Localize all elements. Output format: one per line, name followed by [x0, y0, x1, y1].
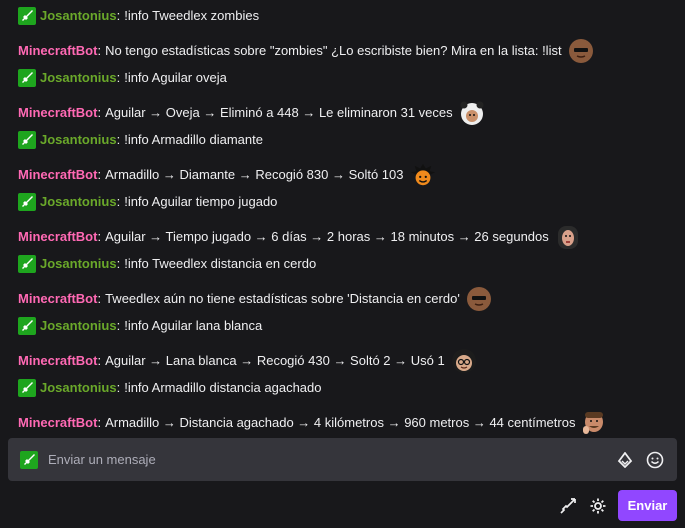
bits-icon[interactable]: [615, 450, 635, 470]
chat-message: Josantonius: !info Tweedlex zombies: [18, 7, 675, 25]
send-button[interactable]: Enviar: [618, 490, 677, 521]
chat-message: Josantonius: !info Tweedlex distancia en …: [18, 255, 675, 273]
sword-badge-icon: [18, 69, 36, 87]
sword-badge-icon[interactable]: [20, 450, 38, 469]
chat-username[interactable]: MinecraftBot: [18, 42, 97, 60]
chat-message-text: !info Aguilar tiempo jugado: [124, 194, 278, 209]
sword-badge-icon: [18, 379, 36, 397]
chat-message: MinecraftBot: Armadillo → Diamante → Reco…: [18, 162, 675, 188]
sword-badge-icon: [18, 255, 36, 273]
sunglasses-face-emote[interactable]: [466, 286, 492, 312]
chat-username[interactable]: MinecraftBot: [18, 104, 97, 122]
chat-message-text: Armadillo → Diamante → Recogió 830 → Sol…: [105, 167, 404, 182]
chat-message: MinecraftBot: Armadillo → Distancia agach…: [18, 410, 675, 436]
chat-username[interactable]: Josantonius: [40, 317, 117, 335]
chat-message: Josantonius: !info Aguilar lana blanca: [18, 317, 675, 335]
panda-hat-face-emote[interactable]: [459, 100, 485, 126]
username-colon: :: [97, 415, 102, 430]
chat-messages: Josantonius: !info Tweedlex zombies Minecr…: [0, 0, 685, 434]
chat-message: MinecraftBot: Aguilar → Tiempo jugado → 6…: [18, 224, 675, 250]
chat-username[interactable]: MinecraftBot: [18, 352, 97, 370]
chat-message-text: !info Aguilar lana blanca: [124, 318, 263, 333]
chat-message-text: !info Tweedlex distancia en cerdo: [124, 256, 317, 271]
username-colon: :: [116, 194, 121, 209]
chat-message: Josantonius: !info Armadillo diamante: [18, 131, 675, 149]
chat-message-text: !info Tweedlex zombies: [124, 8, 260, 23]
chat-input-placeholder[interactable]: Enviar un mensaje: [48, 452, 615, 467]
sunglasses-face-emote[interactable]: [568, 38, 594, 64]
chat-footer: Enviar: [0, 490, 685, 522]
glasses-face-emote[interactable]: [451, 348, 477, 374]
username-colon: :: [97, 105, 102, 120]
chat-message-text: Aguilar → Lana blanca → Recogió 430 → So…: [105, 353, 445, 368]
chat-message: MinecraftBot: Tweedlex aún no tiene estad…: [18, 286, 675, 312]
chat-message: Josantonius: !info Aguilar tiempo jugado: [18, 193, 675, 211]
sword-badge-icon: [18, 317, 36, 335]
username-colon: :: [97, 291, 102, 306]
chat-username[interactable]: MinecraftBot: [18, 414, 97, 432]
username-colon: :: [97, 353, 102, 368]
username-colon: :: [97, 229, 102, 244]
settings-gear-icon[interactable]: [588, 496, 608, 516]
chat-message-text: !info Armadillo distancia agachado: [124, 380, 322, 395]
chat-username[interactable]: MinecraftBot: [18, 166, 97, 184]
username-colon: :: [116, 8, 121, 23]
username-colon: :: [116, 380, 121, 395]
spiky-hair-cartoon-emote[interactable]: [410, 162, 436, 188]
chat-message-text: !info Aguilar oveja: [124, 70, 227, 85]
chat-username[interactable]: Josantonius: [40, 379, 117, 397]
username-colon: :: [97, 43, 102, 58]
username-colon: :: [116, 70, 121, 85]
sword-icon[interactable]: [558, 496, 578, 516]
chat-message: MinecraftBot: No tengo estadísticas sobre…: [18, 38, 675, 64]
chat-message-text: Aguilar → Oveja → Eliminó a 448 → Le eli…: [105, 105, 453, 120]
chat-username[interactable]: MinecraftBot: [18, 290, 97, 308]
username-colon: :: [97, 167, 102, 182]
long-hair-face-emote[interactable]: [555, 224, 581, 250]
username-colon: :: [116, 132, 121, 147]
username-colon: :: [116, 318, 121, 333]
chat-message-text: !info Armadillo diamante: [124, 132, 263, 147]
chat-username[interactable]: Josantonius: [40, 69, 117, 87]
chat-username[interactable]: Josantonius: [40, 7, 117, 25]
chat-message: MinecraftBot: Aguilar → Lana blanca → Rec…: [18, 348, 675, 374]
chat-username[interactable]: MinecraftBot: [18, 228, 97, 246]
sword-badge-icon: [18, 131, 36, 149]
sword-badge-icon: [18, 193, 36, 211]
chat-message-text: Tweedlex aún no tiene estadísticas sobre…: [105, 291, 460, 306]
chat-username[interactable]: Josantonius: [40, 255, 117, 273]
chat-message-text: No tengo estadísticas sobre "zombies" ¿L…: [105, 43, 562, 58]
username-colon: :: [116, 256, 121, 271]
chat-username[interactable]: Josantonius: [40, 131, 117, 149]
emote-picker-icon[interactable]: [645, 450, 665, 470]
sword-badge-icon: [18, 7, 36, 25]
chat-message: Josantonius: !info Armadillo distancia ag…: [18, 379, 675, 397]
chat-message: MinecraftBot: Aguilar → Oveja → Eliminó a…: [18, 100, 675, 126]
chat-message-text: Armadillo → Distancia agachado → 4 kilóm…: [105, 415, 576, 430]
chat-message: Josantonius: !info Aguilar oveja: [18, 69, 675, 87]
chat-message-text: Aguilar → Tiempo jugado → 6 días → 2 hor…: [105, 229, 549, 244]
thinking-man-emote[interactable]: [581, 410, 607, 436]
chat-input[interactable]: Enviar un mensaje: [8, 438, 677, 481]
chat-username[interactable]: Josantonius: [40, 193, 117, 211]
